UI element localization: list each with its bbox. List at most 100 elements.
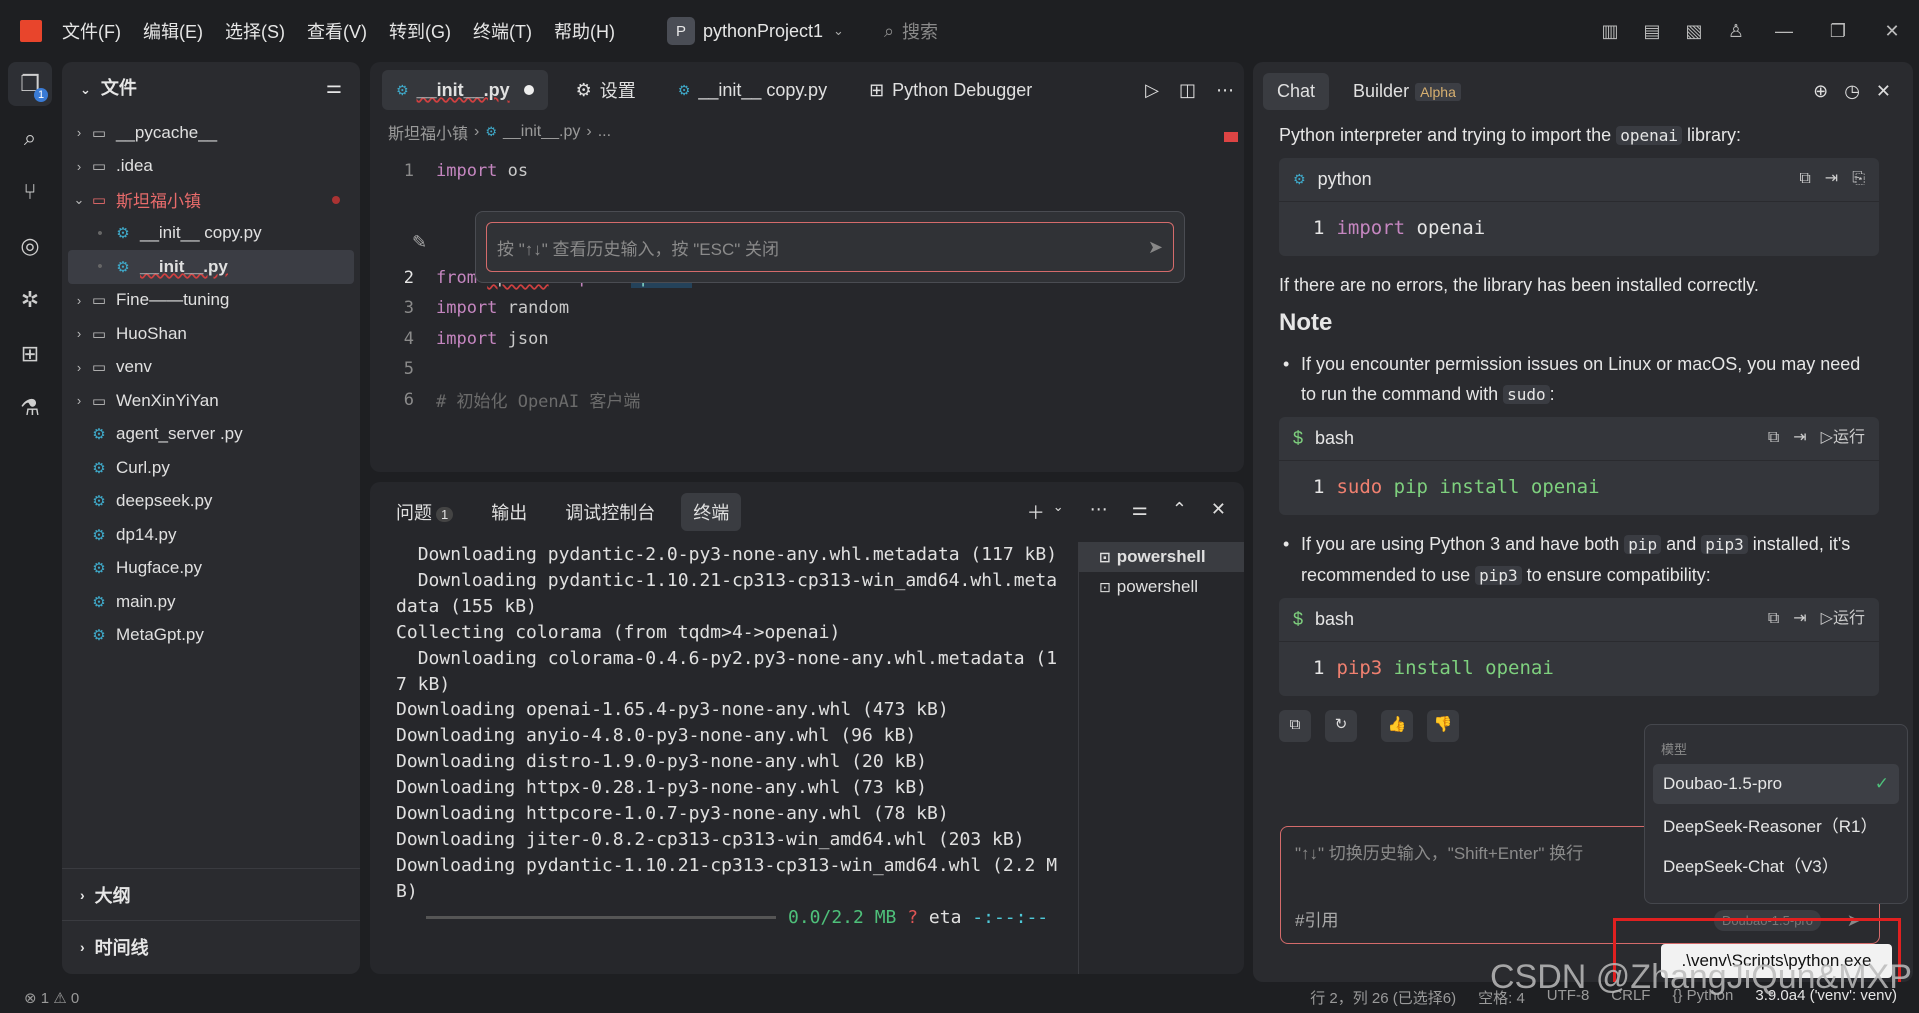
menu-help[interactable]: 帮助(H) xyxy=(554,18,615,44)
tree-file-deepseek[interactable]: ⚙ deepseek.py xyxy=(62,485,360,519)
insert-icon[interactable]: ⇥ xyxy=(1793,429,1806,446)
chevron-down-icon[interactable]: ⌄ xyxy=(1053,499,1064,525)
copy-icon[interactable]: ⧉ xyxy=(1768,610,1779,627)
model-option-deepseek-r1[interactable]: DeepSeek-Reasoner（R1） xyxy=(1653,804,1899,844)
wand-icon[interactable]: ✎ xyxy=(412,232,427,253)
outline-label: 大纲 xyxy=(94,885,131,906)
maximize-panel-icon[interactable]: ⌃ xyxy=(1172,499,1187,525)
inline-chat-placeholder: 按 "↑↓" 查看历史输入，按 "ESC" 关闭 xyxy=(497,239,779,259)
tree-folder-stanford-town[interactable]: ⌄ ▭ 斯坦福小镇 xyxy=(62,183,360,217)
copy-icon[interactable]: ⧉ xyxy=(1279,709,1311,742)
tree-file-hugface[interactable]: ⚙ Hugface.py xyxy=(62,552,360,586)
testing-icon[interactable]: ⚗ xyxy=(8,386,52,430)
menu-terminal[interactable]: 终端(T) xyxy=(473,18,532,44)
breadcrumb-file[interactable]: __init__.py xyxy=(503,123,580,141)
filter-settings-icon[interactable]: ⚌ xyxy=(326,77,342,98)
tree-file-main[interactable]: ⚙ main.py xyxy=(62,585,360,619)
apply-icon[interactable]: ⎘ xyxy=(1852,170,1865,187)
timeline-section[interactable]: › 时间线 xyxy=(62,920,360,972)
menu-go[interactable]: 转到(G) xyxy=(389,18,451,44)
menu-view[interactable]: 查看(V) xyxy=(307,18,367,44)
terminal-instance[interactable]: ⊡ powershell xyxy=(1079,572,1244,602)
copy-icon[interactable]: ⧉ xyxy=(1799,170,1810,187)
panel-settings-icon[interactable]: ⚌ xyxy=(1132,499,1148,525)
close-icon[interactable]: ✕ xyxy=(1876,81,1891,102)
problems-status[interactable]: ⊗ 1 ⚠ 0 xyxy=(0,989,79,1007)
tree-label: Hugface.py xyxy=(116,558,202,578)
outline-section[interactable]: › 大纲 xyxy=(62,868,360,920)
tree-folder-huoshan[interactable]: › ▭ HuoShan xyxy=(62,317,360,351)
search-box[interactable]: ⌕ 搜索 xyxy=(884,18,938,44)
chat-text: : xyxy=(1549,384,1555,404)
code-view[interactable]: 1import os 2from openai import OpenAI 3i… xyxy=(370,156,1244,415)
chevron-down-icon[interactable]: ⌄ xyxy=(80,82,91,97)
terminal-instance[interactable]: ⊡ powershell xyxy=(1079,542,1244,572)
tab-settings[interactable]: ⚙ 设置 xyxy=(562,70,650,110)
tab-init-copy[interactable]: ⚙ __init__ copy.py xyxy=(664,70,841,110)
tree-folder-finetuning[interactable]: › ▭ Fine——tuning xyxy=(62,284,360,318)
tab-debug-console[interactable]: 调试控制台 xyxy=(553,493,667,531)
model-option-doubao[interactable]: Doubao-1.5-pro ✓ xyxy=(1653,764,1899,804)
run-button[interactable]: ▷运行 xyxy=(1821,610,1865,627)
reference-button[interactable]: #引用 xyxy=(1295,906,1338,931)
toggle-panel-icon[interactable]: ▤ xyxy=(1631,21,1673,42)
history-icon[interactable]: ◷ xyxy=(1844,81,1860,102)
explorer-icon[interactable]: ❐ 1 xyxy=(8,62,52,106)
tab-python-debugger[interactable]: ⊞ Python Debugger xyxy=(855,70,1046,110)
ai-assistant-icon[interactable]: ◎ xyxy=(8,224,52,268)
cursor-position[interactable]: 行 2，列 26 (已选择6) xyxy=(1310,987,1456,1008)
menu-selection[interactable]: 选择(S) xyxy=(225,18,285,44)
new-chat-icon[interactable]: ⊕ xyxy=(1813,81,1828,102)
tab-chat[interactable]: Chat xyxy=(1263,72,1330,110)
run-icon[interactable]: ▷ xyxy=(1145,80,1159,101)
menu-file[interactable]: 文件(F) xyxy=(62,18,121,44)
thumbs-up-icon[interactable]: 👍 xyxy=(1381,709,1413,742)
tree-file-agent-server[interactable]: ⚙ agent_server .py xyxy=(62,418,360,452)
send-icon[interactable]: ➤ xyxy=(1148,237,1163,258)
tree-file-init-copy[interactable]: • ⚙ __init__ copy.py xyxy=(62,217,360,251)
insert-icon[interactable]: ⇥ xyxy=(1825,170,1838,187)
tree-file-init[interactable]: • ⚙ __init__.py xyxy=(68,250,354,284)
thumbs-down-icon[interactable]: 👎 xyxy=(1427,709,1459,742)
search-activity-icon[interactable]: ⌕ xyxy=(8,116,52,160)
minimize-button[interactable]: — xyxy=(1757,21,1811,42)
breadcrumb-folder[interactable]: 斯坦福小镇 xyxy=(388,120,468,144)
close-window-button[interactable]: ✕ xyxy=(1865,21,1919,42)
project-switcher[interactable]: P pythonProject1 ⌄ xyxy=(666,17,844,45)
account-icon[interactable]: ♙ xyxy=(1715,21,1757,42)
tree-file-dp14[interactable]: ⚙ dp14.py xyxy=(62,518,360,552)
restore-button[interactable]: ❐ xyxy=(1811,21,1865,42)
toggle-secondary-sidebar-icon[interactable]: ▧ xyxy=(1673,21,1715,42)
source-control-icon[interactable]: ⑂ xyxy=(8,170,52,214)
debug-icon[interactable]: ✲ xyxy=(8,278,52,322)
tree-file-metagpt[interactable]: ⚙ MetaGpt.py xyxy=(62,619,360,653)
extensions-icon[interactable]: ⊞ xyxy=(8,332,52,376)
run-button[interactable]: ▷运行 xyxy=(1821,429,1865,446)
tab-terminal[interactable]: 终端 xyxy=(681,493,742,531)
tree-folder-venv[interactable]: › ▭ venv xyxy=(62,351,360,385)
code-args: pip install openai xyxy=(1382,476,1600,499)
more-icon[interactable]: ⋯ xyxy=(1090,499,1108,525)
close-panel-icon[interactable]: ✕ xyxy=(1211,499,1226,525)
menu-edit[interactable]: 编辑(E) xyxy=(143,18,203,44)
code-line-number: 1 xyxy=(1313,657,1325,680)
breadcrumb-symbol[interactable]: ... xyxy=(598,123,611,141)
add-terminal-icon[interactable]: ＋ xyxy=(1027,499,1045,525)
regenerate-icon[interactable]: ↻ xyxy=(1325,709,1357,742)
more-icon[interactable]: ⋯ xyxy=(1216,80,1234,101)
tab-output[interactable]: 输出 xyxy=(479,493,539,531)
split-editor-icon[interactable]: ◫ xyxy=(1179,80,1196,101)
tree-file-curl[interactable]: ⚙ Curl.py xyxy=(62,451,360,485)
tab-problems[interactable]: 问题 1 xyxy=(384,493,465,531)
tab-builder[interactable]: Builder Alpha xyxy=(1339,73,1475,110)
inline-chat-input[interactable]: 按 "↑↓" 查看历史输入，按 "ESC" 关闭 ➤ xyxy=(486,222,1174,272)
model-option-deepseek-v3[interactable]: DeepSeek-Chat（V3） xyxy=(1653,844,1899,884)
tab-init-py[interactable]: ⚙ __init__.py xyxy=(382,70,548,110)
tree-folder-idea[interactable]: › ▭ .idea xyxy=(62,150,360,184)
toggle-sidebar-icon[interactable]: ▥ xyxy=(1589,21,1631,42)
copy-icon[interactable]: ⧉ xyxy=(1768,429,1779,446)
terminal-output[interactable]: Downloading pydantic-2.0-py3-none-any.wh… xyxy=(396,542,1066,931)
tree-folder-wenxinyiyan[interactable]: › ▭ WenXinYiYan xyxy=(62,384,360,418)
tree-folder-pycache[interactable]: › ▭ __pycache__ xyxy=(62,116,360,150)
insert-icon[interactable]: ⇥ xyxy=(1793,610,1806,627)
